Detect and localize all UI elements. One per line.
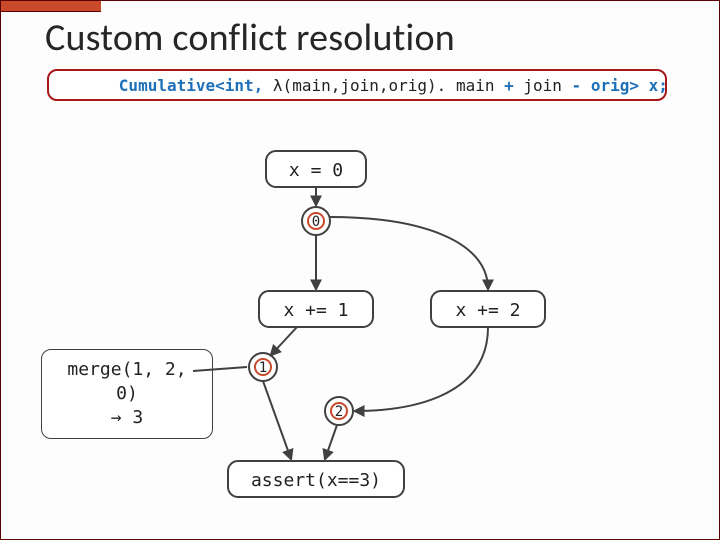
state-init: [266, 151, 366, 187]
val-1-outer: [249, 353, 277, 381]
slide-title: Custom conflict resolution: [45, 15, 455, 61]
state-left: [259, 291, 373, 327]
val-1-inner: [255, 359, 271, 375]
arrow-2-to-assert: [325, 425, 337, 459]
code-line: Cumulative<int, λ(main,join,orig). main …: [61, 57, 668, 114]
code-plus: +: [504, 76, 514, 95]
state-right: [431, 291, 545, 327]
arrow-1-to-assert: [263, 381, 291, 459]
arrow-left-to-1: [271, 327, 297, 355]
merge-note: merge(1, 2, 0) → 3: [41, 349, 213, 439]
state-left-text: x += 1: [283, 300, 348, 321]
val-0-text: 0: [312, 214, 320, 230]
merge-line1: merge(1, 2, 0): [52, 358, 202, 406]
code-kw-cumulative: Cumulative<int,: [119, 76, 273, 95]
val-0-outer: [302, 207, 330, 235]
val-1-text: 1: [259, 360, 267, 376]
merge-line2: → 3: [52, 406, 202, 430]
state-assert: [228, 461, 404, 497]
accent-tab: [1, 1, 101, 12]
code-box: Cumulative<int, λ(main,join,orig). main …: [47, 69, 667, 101]
val-0-inner: [308, 213, 324, 229]
state-init-text: x = 0: [289, 160, 343, 181]
state-right-text: x += 2: [455, 300, 520, 321]
val-2-outer: [325, 397, 353, 425]
code-minus: -: [572, 76, 582, 95]
code-tail: orig> x;: [581, 76, 668, 95]
code-lambda: λ(: [273, 76, 292, 95]
arrow-0-to-right: [329, 217, 488, 289]
code-args: main,join,orig). main: [292, 76, 504, 95]
state-assert-text: assert(x==3): [251, 470, 381, 491]
code-mid: join: [514, 76, 572, 95]
val-2-text: 2: [335, 404, 343, 420]
val-2-inner: [331, 403, 347, 419]
arrow-right-to-2: [355, 327, 488, 411]
